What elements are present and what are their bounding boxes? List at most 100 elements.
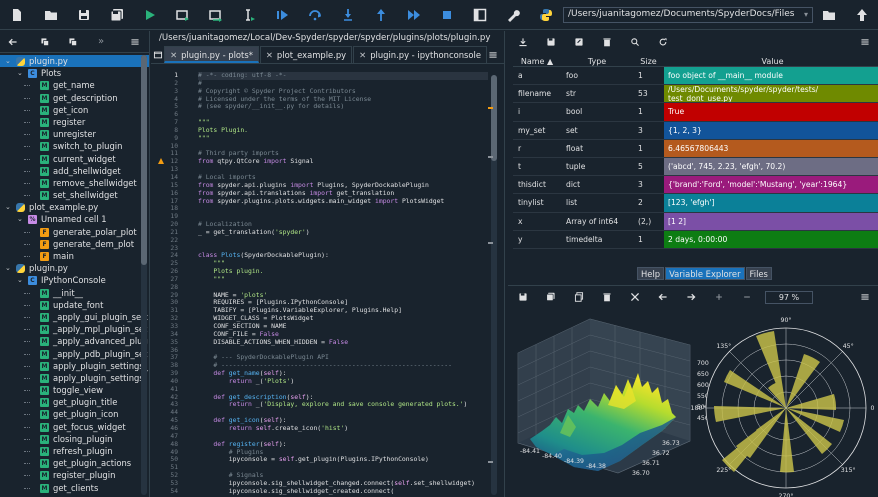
- zoom-in-icon[interactable]: [712, 290, 726, 304]
- editor-scrollbar[interactable]: [491, 75, 497, 495]
- outline-item[interactable]: ⌄ plugin.py: [0, 262, 149, 274]
- tab-variable-explorer[interactable]: Variable Explorer: [665, 267, 745, 280]
- expand-all-icon[interactable]: [66, 35, 80, 49]
- code-line[interactable]: """: [198, 275, 488, 284]
- outline-item[interactable]: Fmain: [0, 250, 149, 262]
- outline-scrollbar-thumb[interactable]: [141, 55, 147, 265]
- outline-item[interactable]: Mget_clients: [0, 482, 149, 494]
- outline-item[interactable]: Fgenerate_polar_plot: [0, 226, 149, 238]
- outline-item[interactable]: Munregister: [0, 128, 149, 140]
- code-line[interactable]: from qtpy.QtCore import Signal: [198, 157, 488, 166]
- code-line[interactable]: [198, 111, 488, 119]
- stop-icon[interactable]: [436, 4, 458, 26]
- outline-item[interactable]: Mregister_plugin: [0, 469, 149, 481]
- code-line[interactable]: # (see spyder/__init__.py for details): [198, 102, 488, 111]
- code-line[interactable]: DISABLE_ACTIONS_WHEN_HIDDEN = False: [198, 338, 488, 347]
- chevron-down-icon[interactable]: ⌄: [17, 274, 23, 286]
- outline-item[interactable]: Mset_shellwidget: [0, 189, 149, 201]
- code-line[interactable]: return self.create_icon('hist'): [198, 424, 488, 433]
- outline-item[interactable]: Mremove_shellwidget: [0, 177, 149, 189]
- options-menu-icon[interactable]: [858, 290, 872, 304]
- outline-item[interactable]: Mupdate_font: [0, 299, 149, 311]
- code-line[interactable]: [198, 237, 488, 245]
- chevron-down-icon[interactable]: ⌄: [17, 67, 23, 79]
- remove-plot-icon[interactable]: [600, 290, 614, 304]
- tab-files[interactable]: Files: [745, 267, 772, 280]
- code-line[interactable]: ipyconsole.sig_shellwidget_created.conne…: [198, 487, 488, 496]
- tab-help[interactable]: Help: [637, 267, 665, 280]
- step-icon[interactable]: [304, 4, 326, 26]
- outline-item[interactable]: Mget_plugin_icon: [0, 408, 149, 420]
- open-file-icon[interactable]: [40, 4, 62, 26]
- browse-folder-icon[interactable]: [818, 4, 840, 26]
- code-line[interactable]: # -*- coding: utf-8 -*-: [198, 72, 488, 80]
- close-tab-icon[interactable]: ✕: [266, 50, 273, 60]
- parent-directory-icon[interactable]: [851, 4, 873, 26]
- new-file-icon[interactable]: [6, 4, 28, 26]
- outline-scrollbar[interactable]: [141, 55, 147, 495]
- outline-item[interactable]: Mget_focus_widget: [0, 421, 149, 433]
- code-line[interactable]: from spyder.plugins.plots.widgets.main_w…: [198, 197, 488, 206]
- run-selection-icon[interactable]: [238, 4, 260, 26]
- options-menu-icon[interactable]: [128, 35, 142, 49]
- table-row[interactable]: a foo 1 foo object of __main__ module: [513, 67, 878, 86]
- zoom-level-field[interactable]: 97 %: [765, 291, 813, 304]
- table-row[interactable]: y timedelta 1 2 days, 0:00:00: [513, 230, 878, 249]
- continue-icon[interactable]: [403, 4, 425, 26]
- outline-item[interactable]: Mclosing_plugin: [0, 433, 149, 445]
- working-directory-field[interactable]: /Users/juanitagomez/Documents/SpyderDocs…: [563, 7, 813, 23]
- save-data-icon[interactable]: [544, 35, 558, 49]
- go-back-icon[interactable]: [6, 35, 20, 49]
- code-line[interactable]: Plots plugin.: [198, 267, 488, 276]
- table-row[interactable]: filename str 53/Users/Documents/spyder/spy…: [513, 85, 878, 104]
- chevron-down-icon[interactable]: ⌄: [5, 201, 11, 213]
- outline-item[interactable]: Mget_icon: [0, 104, 149, 116]
- outline-item[interactable]: Mswitch_to_plugin: [0, 140, 149, 152]
- outline-item[interactable]: M _apply_gui_plugin_sett: [0, 311, 149, 323]
- table-row[interactable]: thisdict dict 3 {'brand':'Ford', 'model':'M…: [513, 176, 878, 195]
- outline-item[interactable]: M _apply_pdb_plugin_set: [0, 348, 149, 360]
- table-row[interactable]: x Array of int64 (2,) [1 2]: [513, 212, 878, 231]
- tab-plugin-plots[interactable]: ✕ plugin.py - plots*: [164, 46, 259, 63]
- run-cell-advance-icon[interactable]: [205, 4, 227, 26]
- chevron-down-icon[interactable]: ⌄: [5, 262, 11, 274]
- outline-item[interactable]: ⌄ C IPythonConsole: [0, 274, 149, 286]
- options-menu-icon[interactable]: [858, 35, 872, 49]
- plot-canvas[interactable]: 700 650 600 550 500 450 36.73 36.72 36.71 36.70 …: [512, 313, 878, 497]
- code-line[interactable]: _ = get_translation('spyder'): [198, 228, 488, 237]
- column-header-size[interactable]: Size: [633, 56, 664, 66]
- chevron-down-icon[interactable]: ⌄: [5, 55, 11, 67]
- previous-plot-icon[interactable]: [656, 290, 670, 304]
- table-row[interactable]: i bool 1 True: [513, 103, 878, 122]
- outline-item[interactable]: Mregister: [0, 116, 149, 128]
- import-data-icon[interactable]: [516, 35, 530, 49]
- outline-item[interactable]: Mrefresh_plugin: [0, 445, 149, 457]
- editor-scrollbar-thumb[interactable]: [491, 75, 497, 161]
- search-icon[interactable]: [628, 35, 642, 49]
- next-plot-icon[interactable]: [684, 290, 698, 304]
- maximize-pane-icon[interactable]: [469, 4, 491, 26]
- copy-plot-icon[interactable]: [572, 290, 586, 304]
- outline-item[interactable]: ⌄ C Plots: [0, 67, 149, 79]
- column-header-name[interactable]: Name ▲: [513, 56, 561, 66]
- outline-item[interactable]: M _apply_mpl_plugin_set: [0, 323, 149, 335]
- outline-item[interactable]: ⌄% Unnamed cell 1: [0, 213, 149, 225]
- outline-item[interactable]: ⌄ plot_example.py: [0, 201, 149, 213]
- outline-item[interactable]: Mget_plugin_title: [0, 396, 149, 408]
- tab-plot-example[interactable]: ✕ plot_example.py: [259, 46, 353, 63]
- editor-options-icon[interactable]: [488, 46, 498, 63]
- wrench-icon[interactable]: [502, 4, 524, 26]
- code-line[interactable]: return _('Display, explore and save cons…: [198, 401, 488, 409]
- python-icon[interactable]: [535, 4, 557, 26]
- table-row[interactable]: r float 1 6.46567806443: [513, 139, 878, 158]
- debug-icon[interactable]: [271, 4, 293, 26]
- chevron-down-icon[interactable]: ▾: [804, 7, 814, 23]
- refresh-icon[interactable]: [656, 35, 670, 49]
- save-all-plots-icon[interactable]: [544, 290, 558, 304]
- step-return-icon[interactable]: [370, 4, 392, 26]
- outline-item[interactable]: M __init__: [0, 287, 149, 299]
- tab-plugin-ipythonconsole[interactable]: ✕ plugin.py - ipythonconsole: [353, 46, 487, 63]
- outline-item[interactable]: Mget_name: [0, 79, 149, 91]
- code-line[interactable]: Plots Plugin.: [198, 126, 488, 135]
- code-line[interactable]: [198, 205, 488, 213]
